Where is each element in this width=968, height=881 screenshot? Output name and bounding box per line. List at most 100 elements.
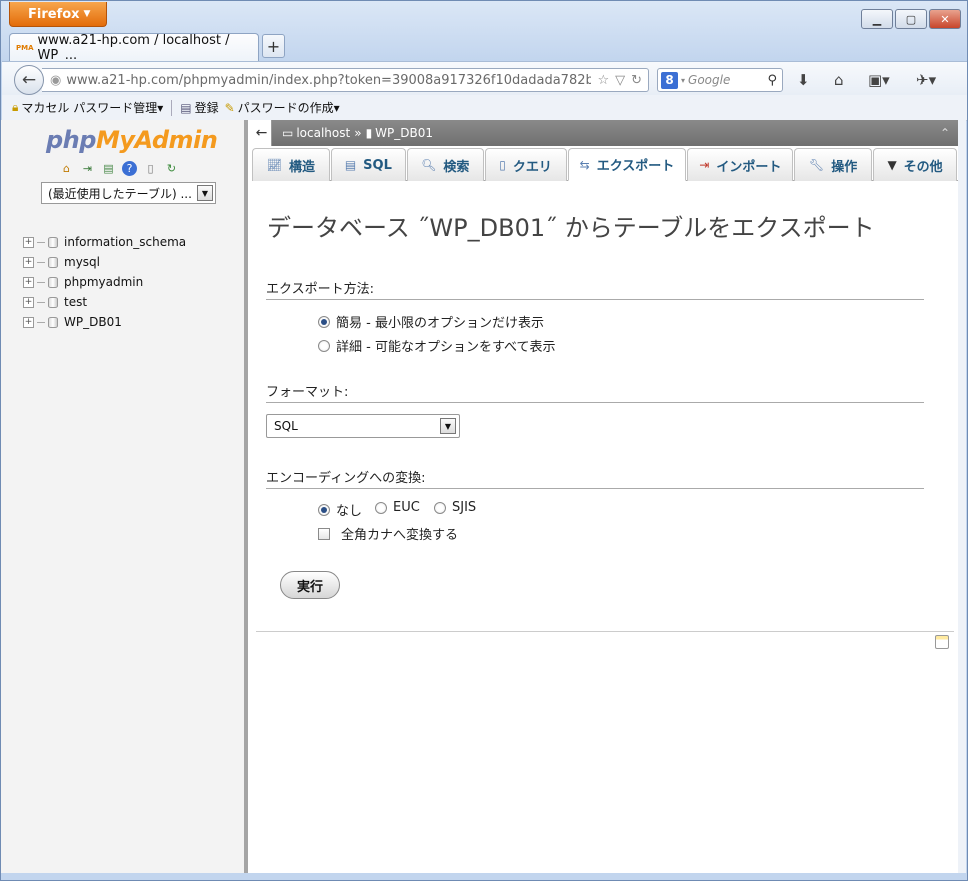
docs-icon[interactable]: ▯ xyxy=(143,161,158,176)
db-item-mysql[interactable]: + mysql xyxy=(23,252,186,272)
main-panel: ← ▭ localhost » ▮ WP_DB01 ⌃ 📈︎ 構造 ▤ SQL 🔍︎… xyxy=(252,120,958,873)
close-window-button[interactable]: ✕ xyxy=(929,9,961,29)
bookmarks-toolbar: 🔒︎ マカセル パスワード管理▾ ▤ 登録 ✎ パスワードの作成▾ xyxy=(2,95,967,121)
magnifier-icon[interactable]: ⚲ xyxy=(767,73,777,88)
minimize-button[interactable]: ▁ xyxy=(861,9,893,29)
card-icon: ▤ xyxy=(180,100,192,115)
format-heading: フォーマット: xyxy=(266,381,924,403)
home-icon[interactable]: ⌂ xyxy=(59,161,74,176)
expand-icon[interactable]: + xyxy=(23,296,34,308)
tab-search[interactable]: 🔍︎ 検索 xyxy=(406,148,484,181)
format-select[interactable]: SQL ▼ xyxy=(266,414,460,438)
radio-selected-icon[interactable] xyxy=(318,503,330,516)
db-item-information-schema[interactable]: + information_schema xyxy=(23,232,186,252)
method-custom-radio[interactable]: 詳細 - 可能なオプションをすべて表示 xyxy=(318,336,556,355)
collapse-header-icon[interactable]: ⌃ xyxy=(940,126,950,140)
export-icon: ⇆ xyxy=(579,157,590,172)
collapse-sidebar-icon[interactable]: ← xyxy=(252,120,272,146)
radio-selected-icon[interactable] xyxy=(318,315,330,328)
breadcrumb-database[interactable]: ▮ WP_DB01 xyxy=(366,126,433,140)
db-name[interactable]: WP_DB01 xyxy=(64,315,122,329)
home-icon[interactable]: ⌂ xyxy=(834,71,844,89)
tab-label: クエリ xyxy=(512,159,552,175)
console-icon[interactable] xyxy=(935,635,949,649)
bookmark-label: マカセル パスワード管理▾ xyxy=(21,101,164,115)
search-engine-dropdown-icon[interactable]: ▾ xyxy=(681,76,685,85)
search-box[interactable]: 8 ▾ Google ⚲ xyxy=(657,68,783,92)
encoding-none-radio[interactable]: なし xyxy=(318,500,362,519)
logo-php: php xyxy=(46,126,96,154)
db-name[interactable]: information_schema xyxy=(64,235,186,249)
recent-tables-select[interactable]: (最近使用したテーブル) ... ▼ xyxy=(41,182,216,204)
bookmarks-menu-icon[interactable]: ▣▾ xyxy=(868,71,890,89)
tab-operations[interactable]: 🔧︎ 操作 xyxy=(794,148,873,181)
breadcrumb-server-label: localhost xyxy=(296,126,351,140)
go-button[interactable]: 実行 xyxy=(280,571,340,599)
checkbox-icon[interactable] xyxy=(318,527,330,540)
addon-icon[interactable]: ✈▾ xyxy=(916,71,936,89)
db-item-test[interactable]: + test xyxy=(23,292,186,312)
maximize-button[interactable]: ▢ xyxy=(895,9,927,29)
history-dropdown-icon[interactable]: ▽ xyxy=(615,73,625,88)
method-quick-radio[interactable]: 簡易 - 最小限のオプションだけ表示 xyxy=(318,312,544,331)
tab-label: 構造 xyxy=(289,159,316,175)
encoding-none-label: なし xyxy=(336,504,363,519)
google-icon[interactable]: 8 xyxy=(661,71,678,89)
pma-favicon-icon: PMA xyxy=(16,43,34,52)
download-icon[interactable]: ⬇ xyxy=(797,71,810,89)
expand-icon[interactable]: + xyxy=(23,316,34,328)
sql-icon: ▤ xyxy=(344,158,357,172)
browser-tab[interactable]: PMA www.a21-hp.com / localhost / WP_... xyxy=(9,33,259,63)
phpmyadmin-logo[interactable]: phpMyAdmin xyxy=(46,126,218,154)
breadcrumb-server[interactable]: ▭ localhost xyxy=(282,126,350,140)
refresh-icon[interactable]: ↻ xyxy=(164,161,179,176)
search-icon: 🔍︎ xyxy=(421,158,437,172)
recent-tables-value: (最近使用したテーブル) ... xyxy=(48,186,192,201)
encoding-euc-radio[interactable]: EUC xyxy=(375,500,420,515)
kana-checkbox[interactable]: 全角カナへ変換する xyxy=(318,524,458,543)
reload-icon[interactable]: ↻ xyxy=(631,73,642,88)
query-window-icon[interactable]: ▤ xyxy=(101,161,116,176)
radio-icon[interactable] xyxy=(318,339,330,352)
back-button[interactable]: ← xyxy=(14,65,44,95)
new-tab-button[interactable]: + xyxy=(262,34,285,58)
import-icon: ⇥ xyxy=(699,158,710,172)
tree-line xyxy=(37,241,45,243)
firefox-menu-button[interactable]: Firefox ▼ xyxy=(9,2,107,27)
toolbar-separator xyxy=(171,99,173,116)
bookmark-password-create[interactable]: ✎ パスワードの作成▾ xyxy=(225,99,340,116)
radio-icon[interactable] xyxy=(434,501,446,514)
db-name[interactable]: mysql xyxy=(64,255,100,269)
breadcrumb: ← ▭ localhost » ▮ WP_DB01 ⌃ xyxy=(252,120,958,146)
logo-myadmin: MyAdmin xyxy=(95,126,218,154)
expand-icon[interactable]: + xyxy=(23,256,34,268)
database-icon xyxy=(48,276,58,288)
logout-icon[interactable]: ⇥ xyxy=(80,161,95,176)
radio-icon[interactable] xyxy=(375,501,387,514)
help-icon[interactable]: ? xyxy=(122,161,137,176)
tab-sql[interactable]: ▤ SQL xyxy=(330,148,406,181)
tab-import[interactable]: ⇥ インポート xyxy=(687,148,794,181)
tab-query[interactable]: ▯ クエリ xyxy=(484,148,567,181)
url-bar[interactable]: ◉ www.a21-hp.com/phpmyadmin/index.php?to… xyxy=(42,68,649,92)
encoding-euc-label: EUC xyxy=(393,500,420,515)
bookmark-password-manager[interactable]: 🔒︎ マカセル パスワード管理▾ xyxy=(12,99,163,116)
vertical-scrollbar[interactable] xyxy=(958,120,966,873)
db-item-wp-db01[interactable]: + WP_DB01 xyxy=(23,312,186,332)
db-name[interactable]: phpmyadmin xyxy=(64,275,143,289)
kana-label: 全角カナへ変換する xyxy=(341,528,459,543)
db-name[interactable]: test xyxy=(64,295,87,309)
encoding-heading: エンコーディングへの変換: xyxy=(266,467,924,489)
expand-icon[interactable]: + xyxy=(23,236,34,248)
tree-line xyxy=(37,281,45,283)
bookmark-register[interactable]: ▤ 登録 xyxy=(180,99,218,116)
tab-more[interactable]: ▼ その他 xyxy=(873,148,957,181)
tab-structure[interactable]: 📈︎ 構造 xyxy=(252,148,330,181)
expand-icon[interactable]: + xyxy=(23,276,34,288)
db-item-phpmyadmin[interactable]: + phpmyadmin xyxy=(23,272,186,292)
bookmark-star-icon[interactable]: ☆ xyxy=(597,73,609,88)
format-select-value: SQL xyxy=(274,419,298,433)
query-icon: ▯ xyxy=(499,158,506,172)
encoding-sjis-radio[interactable]: SJIS xyxy=(434,500,476,515)
tab-export[interactable]: ⇆ エクスポート xyxy=(567,148,687,181)
